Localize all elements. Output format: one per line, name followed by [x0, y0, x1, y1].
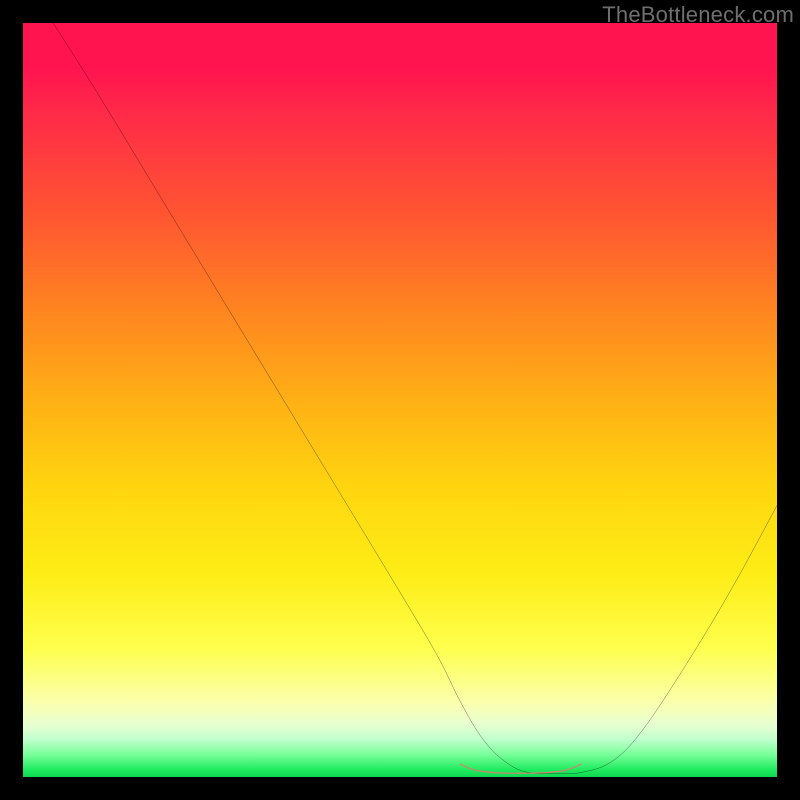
bottleneck-curve	[53, 23, 777, 774]
optimal-segment	[460, 764, 581, 773]
plot-area	[23, 23, 777, 777]
chart-container: TheBottleneck.com	[0, 0, 800, 800]
chart-svg	[23, 23, 777, 777]
